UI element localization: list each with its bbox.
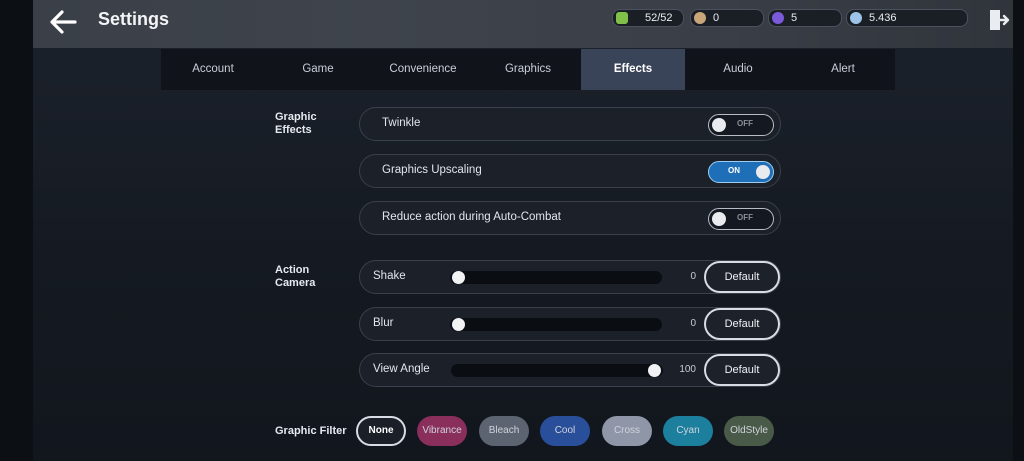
graphic-effects-label: Graphic Effects bbox=[275, 111, 317, 137]
currency-stamina: 52/52 bbox=[612, 9, 684, 27]
crystal-icon bbox=[850, 12, 862, 24]
exit-door-icon bbox=[990, 10, 1010, 30]
slider-row-view-angle: View Angle 100 Default bbox=[359, 353, 781, 387]
graphics-upscaling-toggle[interactable]: ON bbox=[708, 161, 774, 183]
settings-tabs: Account Game Convenience Graphics Effect… bbox=[161, 49, 895, 90]
slider-label: Shake bbox=[373, 270, 406, 282]
slider-row-blur: Blur 0 Default bbox=[359, 307, 781, 341]
graphic-filter-label: Graphic Filter bbox=[275, 425, 347, 437]
tab-audio[interactable]: Audio bbox=[685, 49, 791, 90]
tab-convenience[interactable]: Convenience bbox=[371, 49, 475, 90]
tab-game[interactable]: Game bbox=[265, 49, 371, 90]
currency-value: 52/52 bbox=[645, 12, 673, 24]
setting-label: Reduce action during Auto-Combat bbox=[382, 211, 561, 223]
filter-oldstyle[interactable]: OldStyle bbox=[724, 416, 774, 446]
currency-value: 0 bbox=[713, 12, 720, 24]
slider-value: 100 bbox=[679, 364, 696, 375]
currency-crystal: 5.436 bbox=[846, 9, 968, 27]
label-line: Action bbox=[275, 264, 310, 276]
action-camera-label: Action Camera bbox=[275, 264, 315, 290]
blur-default-button[interactable]: Default bbox=[704, 308, 780, 340]
toggle-knob bbox=[756, 165, 770, 179]
shake-slider-thumb[interactable] bbox=[452, 271, 465, 284]
exit-button[interactable] bbox=[988, 8, 1010, 32]
currency-value: 5 bbox=[791, 12, 798, 24]
slider-label: Blur bbox=[373, 317, 394, 329]
view-angle-slider-thumb[interactable] bbox=[648, 364, 661, 377]
settings-screen: Settings 52/52 0 5 5.436 Account Game Co… bbox=[33, 0, 1013, 461]
toggle-state: ON bbox=[728, 166, 740, 175]
label-line: Graphic bbox=[275, 111, 317, 123]
slider-row-shake: Shake 0 Default bbox=[359, 260, 781, 294]
arrow-left-icon bbox=[50, 10, 77, 34]
setting-label: Graphics Upscaling bbox=[382, 164, 482, 176]
reduce-action-toggle[interactable]: OFF bbox=[708, 208, 774, 230]
setting-label: Twinkle bbox=[382, 117, 421, 129]
toggle-knob bbox=[712, 118, 726, 132]
filter-vibrance[interactable]: Vibrance bbox=[417, 416, 467, 446]
filter-bleach[interactable]: Bleach bbox=[479, 416, 529, 446]
filter-cool[interactable]: Cool bbox=[540, 416, 590, 446]
shake-default-button[interactable]: Default bbox=[704, 261, 780, 293]
slider-value: 0 bbox=[690, 271, 696, 282]
slider-value: 0 bbox=[690, 318, 696, 329]
setting-row-reduce-action: Reduce action during Auto-Combat OFF bbox=[359, 201, 781, 235]
setting-row-twinkle: Twinkle OFF bbox=[359, 107, 781, 141]
filter-cross[interactable]: Cross bbox=[602, 416, 652, 446]
tab-account[interactable]: Account bbox=[161, 49, 265, 90]
currency-coin: 0 bbox=[690, 9, 764, 27]
toggle-knob bbox=[712, 212, 726, 226]
filter-cyan[interactable]: Cyan bbox=[663, 416, 713, 446]
tab-alert[interactable]: Alert bbox=[791, 49, 895, 90]
stamina-icon bbox=[616, 12, 628, 24]
orb-icon bbox=[772, 12, 784, 24]
view-angle-slider-track[interactable] bbox=[451, 364, 663, 377]
view-angle-default-button[interactable]: Default bbox=[704, 354, 780, 386]
back-button[interactable] bbox=[47, 7, 81, 37]
label-line: Camera bbox=[275, 277, 316, 289]
shake-slider-track[interactable] bbox=[450, 271, 662, 284]
top-bar: Settings 52/52 0 5 5.436 bbox=[33, 0, 1013, 48]
coin-icon bbox=[694, 12, 706, 24]
currency-value: 5.436 bbox=[869, 12, 897, 24]
blur-slider-thumb[interactable] bbox=[452, 318, 465, 331]
filter-none[interactable]: None bbox=[356, 416, 406, 446]
currency-orb: 5 bbox=[768, 9, 842, 27]
toggle-state: OFF bbox=[737, 119, 753, 128]
page-title: Settings bbox=[98, 9, 170, 29]
label-line: Effects bbox=[275, 124, 312, 136]
blur-slider-track[interactable] bbox=[450, 318, 662, 331]
toggle-state: OFF bbox=[737, 213, 753, 222]
slider-label: View Angle bbox=[373, 363, 430, 375]
twinkle-toggle[interactable]: OFF bbox=[708, 114, 774, 136]
tab-graphics[interactable]: Graphics bbox=[475, 49, 581, 90]
tab-effects[interactable]: Effects bbox=[581, 49, 685, 90]
setting-row-graphics-upscaling: Graphics Upscaling ON bbox=[359, 154, 781, 188]
